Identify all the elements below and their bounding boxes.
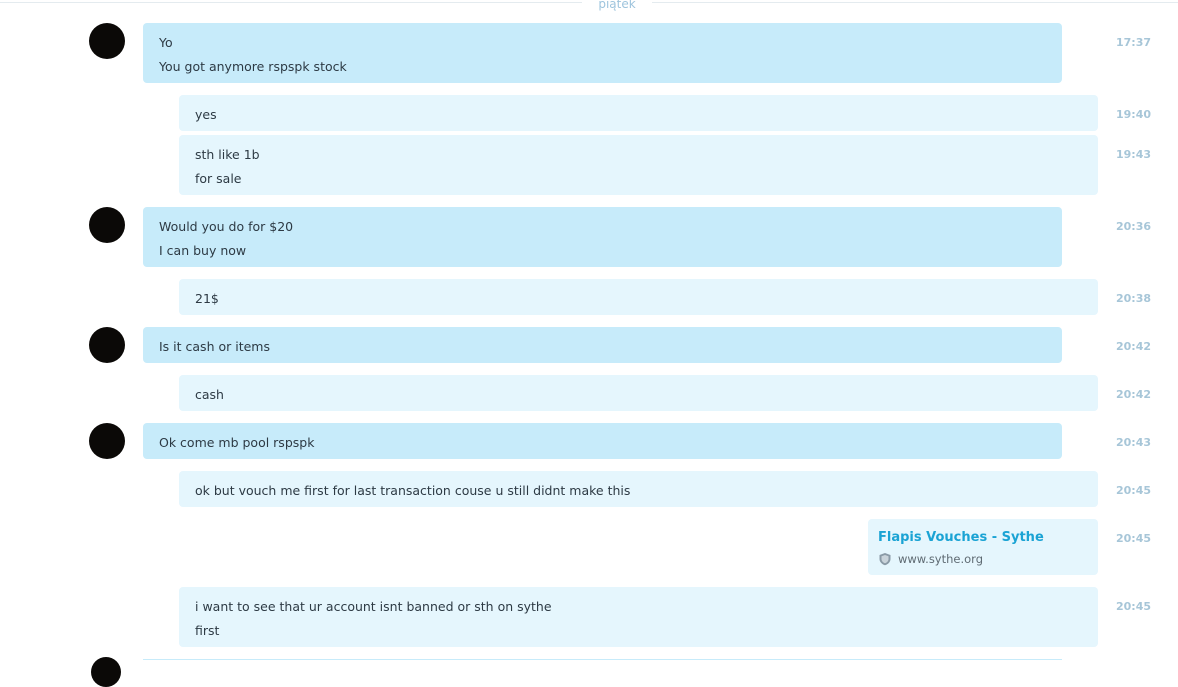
- message-text: sth like 1b: [195, 147, 260, 162]
- message-timestamp: 20:42: [1116, 340, 1152, 353]
- message-text: Would you do for $20: [159, 219, 294, 234]
- message-bubble-incoming[interactable]: Is it cash or items: [143, 327, 1062, 363]
- message-timestamp: 20:45: [1116, 484, 1152, 497]
- message-text: i want to see that ur account isnt banne…: [195, 599, 552, 614]
- message-bubble-incoming[interactable]: Would you do for $20 I can buy now: [143, 207, 1062, 267]
- message-bubble-outgoing[interactable]: cash: [179, 375, 1098, 411]
- message-timestamp: 20:36: [1116, 220, 1152, 233]
- message-timestamp: 20:42: [1116, 388, 1152, 401]
- message-timestamp: 19:40: [1116, 108, 1152, 121]
- message-text: 21$: [195, 291, 219, 306]
- message-bubble-outgoing[interactable]: ok but vouch me first for last transacti…: [179, 471, 1098, 507]
- link-preview-card[interactable]: Flapis Vouches - Sythe www.sythe.org: [868, 519, 1098, 575]
- message-bubble-outgoing[interactable]: sth like 1b for sale: [179, 135, 1098, 195]
- avatar[interactable]: [89, 423, 125, 459]
- message-bubble-outgoing[interactable]: yes: [179, 95, 1098, 131]
- message-bubble-incoming[interactable]: Ok come mb pool rspspk: [143, 423, 1062, 459]
- message-text: You got anymore rspspk stock: [159, 59, 347, 74]
- avatar[interactable]: [91, 657, 121, 687]
- message-timestamp: 20:45: [1116, 600, 1152, 613]
- shield-icon: [878, 552, 892, 566]
- avatar[interactable]: [89, 23, 125, 59]
- message-bubble-incoming-partial[interactable]: [143, 659, 1062, 660]
- message-text: yes: [195, 107, 217, 122]
- avatar[interactable]: [89, 327, 125, 363]
- message-timestamp: 19:43: [1116, 148, 1152, 161]
- message-timestamp: 20:45: [1116, 532, 1152, 545]
- message-text: Ok come mb pool rspspk: [159, 435, 315, 450]
- message-text: Is it cash or items: [159, 339, 270, 354]
- message-text: first: [195, 623, 220, 638]
- message-timestamp: 17:37: [1116, 36, 1152, 49]
- message-timestamp: 20:43: [1116, 436, 1152, 449]
- message-text: I can buy now: [159, 243, 247, 258]
- message-text: cash: [195, 387, 224, 402]
- day-separator: piątek: [582, 0, 652, 12]
- link-preview-title[interactable]: Flapis Vouches - Sythe: [878, 529, 1088, 547]
- message-text: ok but vouch me first for last transacti…: [195, 483, 631, 498]
- message-text: for sale: [195, 171, 242, 186]
- message-bubble-outgoing[interactable]: i want to see that ur account isnt banne…: [179, 587, 1098, 647]
- link-preview-url: www.sythe.org: [898, 552, 984, 566]
- message-timestamp: 20:38: [1116, 292, 1152, 305]
- avatar[interactable]: [89, 207, 125, 243]
- message-text: Yo: [159, 35, 173, 50]
- link-preview-url-row: www.sythe.org: [878, 550, 1088, 568]
- message-bubble-incoming[interactable]: Yo You got anymore rspspk stock: [143, 23, 1062, 83]
- message-bubble-outgoing[interactable]: 21$: [179, 279, 1098, 315]
